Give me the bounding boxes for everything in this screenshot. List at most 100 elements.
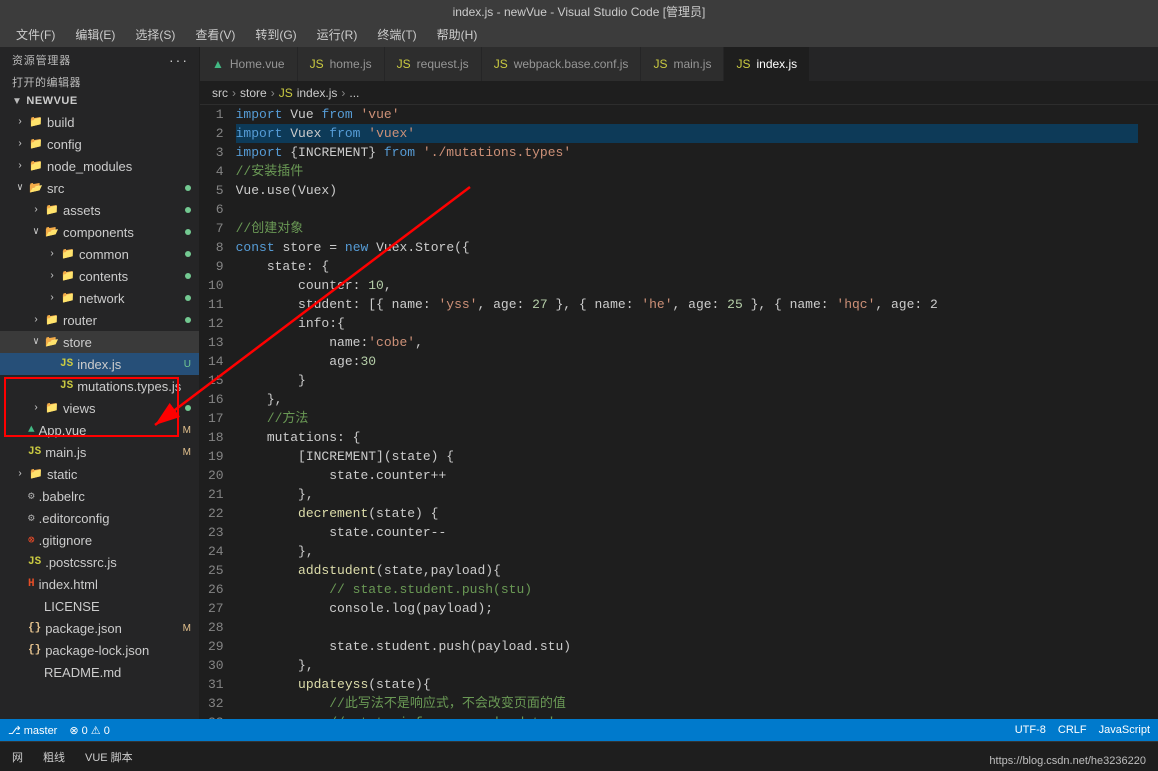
- breadcrumb-js-icon: JS: [279, 86, 293, 100]
- sidebar-item-label: .babelrc: [39, 489, 199, 504]
- sidebar-item-components[interactable]: ∨ 📂 components: [0, 221, 199, 243]
- folder-icon: 📁: [60, 247, 76, 261]
- sidebar-item-label: .gitignore: [39, 533, 199, 548]
- tab-home-vue[interactable]: ▲ Home.vue: [200, 47, 298, 81]
- tab-main-js[interactable]: JS main.js: [641, 47, 724, 81]
- sidebar-item-gitignore[interactable]: ⊗ .gitignore: [0, 529, 199, 551]
- sidebar-item-label: mutations.types.js: [77, 379, 199, 394]
- sidebar-item-assets[interactable]: › 📁 assets: [0, 199, 199, 221]
- menu-bar: 文件(F) 编辑(E) 选择(S) 查看(V) 转到(G) 运行(R) 终端(T…: [0, 22, 1158, 47]
- menu-run[interactable]: 运行(R): [309, 24, 366, 45]
- config-icon: ⚙: [28, 489, 35, 503]
- code-line-22: decrement(state) {: [236, 504, 1138, 523]
- open-editors-section[interactable]: 打开的编辑器: [0, 71, 199, 93]
- tab-label: request.js: [417, 57, 469, 71]
- sidebar-item-main-js[interactable]: JS main.js M: [0, 441, 199, 463]
- sidebar-item-label: main.js: [45, 445, 178, 460]
- sidebar-item-common[interactable]: › 📁 common: [0, 243, 199, 265]
- code-line-5: Vue.use(Vuex): [236, 181, 1138, 200]
- sidebar-item-static[interactable]: › 📁 static: [0, 463, 199, 485]
- menu-terminal[interactable]: 终端(T): [369, 24, 424, 45]
- menu-select[interactable]: 选择(S): [127, 24, 183, 45]
- sidebar-item-package-lock-json[interactable]: {} package-lock.json: [0, 639, 199, 661]
- project-root[interactable]: ▼ NEWVUE: [0, 93, 199, 111]
- code-line-18: mutations: {: [236, 428, 1138, 447]
- chevron-right-icon: ›: [44, 293, 60, 304]
- chevron-right-icon: ›: [12, 161, 28, 172]
- code-line-3: import {INCREMENT} from './mutations.typ…: [236, 143, 1138, 162]
- bottom-bar: 网 粗线 VUE 脚本: [0, 741, 1158, 771]
- tab-webpack[interactable]: JS webpack.base.conf.js: [482, 47, 642, 81]
- code-line-21: },: [236, 485, 1138, 504]
- tab-index-js[interactable]: JS index.js: [724, 47, 810, 81]
- sidebar-item-index-html[interactable]: H index.html: [0, 573, 199, 595]
- sidebar-item-label: README.md: [44, 665, 199, 680]
- js-tab-icon: JS: [736, 57, 750, 71]
- code-line-11: student: [{ name: 'yss', age: 27 }, { na…: [236, 295, 1138, 314]
- vue-icon: ▲: [28, 424, 35, 436]
- code-line-2: import Vuex from 'vuex': [236, 124, 1138, 143]
- code-line-33: // state.info.name = 'update';: [236, 713, 1138, 719]
- sidebar-item-contents[interactable]: › 📁 contents: [0, 265, 199, 287]
- js-tab-icon: JS: [397, 57, 411, 71]
- sidebar-item-label: common: [79, 247, 185, 262]
- code-line-19: [INCREMENT](state) {: [236, 447, 1138, 466]
- breadcrumb-src[interactable]: src: [212, 86, 228, 100]
- sidebar-item-node-modules[interactable]: › 📁 node_modules: [0, 155, 199, 177]
- menu-view[interactable]: 查看(V): [187, 24, 243, 45]
- sidebar-item-network[interactable]: › 📁 network: [0, 287, 199, 309]
- folder-icon: 📁: [28, 159, 44, 173]
- breadcrumb-ellipsis: ...: [349, 86, 359, 100]
- breadcrumb-sep: ›: [232, 86, 236, 100]
- sidebar-item-app-vue[interactable]: ▲ App.vue M: [0, 419, 199, 441]
- breadcrumb-sep: ›: [341, 86, 345, 100]
- tab-request-js[interactable]: JS request.js: [385, 47, 482, 81]
- sidebar-item-index-js[interactable]: JS index.js U: [0, 353, 199, 375]
- js-tab-icon: JS: [310, 57, 324, 71]
- tab-label: main.js: [673, 57, 711, 71]
- project-name: NEWVUE: [26, 95, 77, 107]
- chevron-down-icon: ▼: [12, 96, 22, 107]
- sidebar-item-license[interactable]: LICENSE: [0, 595, 199, 617]
- line-ending: CRLF: [1058, 724, 1087, 736]
- breadcrumb-file[interactable]: index.js: [297, 86, 338, 100]
- sidebar-item-store[interactable]: ∨ 📂 store: [0, 331, 199, 353]
- menu-edit[interactable]: 编辑(E): [67, 24, 123, 45]
- sidebar-item-build[interactable]: › 📁 build: [0, 111, 199, 133]
- sidebar-item-config[interactable]: › 📁 config: [0, 133, 199, 155]
- sidebar-item-editorconfig[interactable]: ⚙ .editorconfig: [0, 507, 199, 529]
- sidebar-item-babelrc[interactable]: ⚙ .babelrc: [0, 485, 199, 507]
- sidebar-item-readme[interactable]: README.md: [0, 661, 199, 683]
- sidebar-item-label: LICENSE: [44, 599, 199, 614]
- breadcrumb-store[interactable]: store: [240, 86, 267, 100]
- sidebar-item-src[interactable]: ∨ 📂 src: [0, 177, 199, 199]
- sidebar-item-mutations-types[interactable]: JS mutations.types.js: [0, 375, 199, 397]
- sidebar: 资源管理器 ··· 打开的编辑器 ▼ NEWVUE › 📁 build: [0, 47, 200, 719]
- menu-file[interactable]: 文件(F): [8, 24, 63, 45]
- chevron-right-icon: ›: [28, 403, 44, 414]
- menu-help[interactable]: 帮助(H): [429, 24, 486, 45]
- bottom-label-3: VUE 脚本: [85, 749, 133, 765]
- sidebar-item-label: static: [47, 467, 199, 482]
- folder-open-icon: 📂: [44, 335, 60, 349]
- sidebar-item-views[interactable]: › 📁 views: [0, 397, 199, 419]
- code-line-24: },: [236, 542, 1138, 561]
- sidebar-item-router[interactable]: › 📁 router: [0, 309, 199, 331]
- menu-goto[interactable]: 转到(G): [247, 24, 304, 45]
- sidebar-more-icon[interactable]: ···: [169, 52, 189, 68]
- code-editor[interactable]: 12345 678910 1112131415 1617181920 21222…: [200, 105, 1158, 719]
- folder-open-icon: 📂: [28, 181, 44, 195]
- chevron-down-icon: ∨: [12, 182, 28, 194]
- sidebar-item-label: store: [63, 335, 199, 350]
- chevron-right-icon: ›: [28, 315, 44, 326]
- vue-tab-icon: ▲: [212, 57, 224, 71]
- modified-badge: M: [179, 623, 195, 634]
- tab-home-js[interactable]: JS home.js: [298, 47, 385, 81]
- sidebar-item-label: components: [63, 225, 185, 240]
- sidebar-header: 资源管理器 ···: [0, 47, 199, 71]
- sidebar-item-postcssrc[interactable]: JS .postcssrc.js: [0, 551, 199, 573]
- sidebar-item-package-json[interactable]: {} package.json M: [0, 617, 199, 639]
- config-icon: ⚙: [28, 511, 35, 525]
- code-line-16: },: [236, 390, 1138, 409]
- sidebar-item-label: App.vue: [39, 423, 179, 438]
